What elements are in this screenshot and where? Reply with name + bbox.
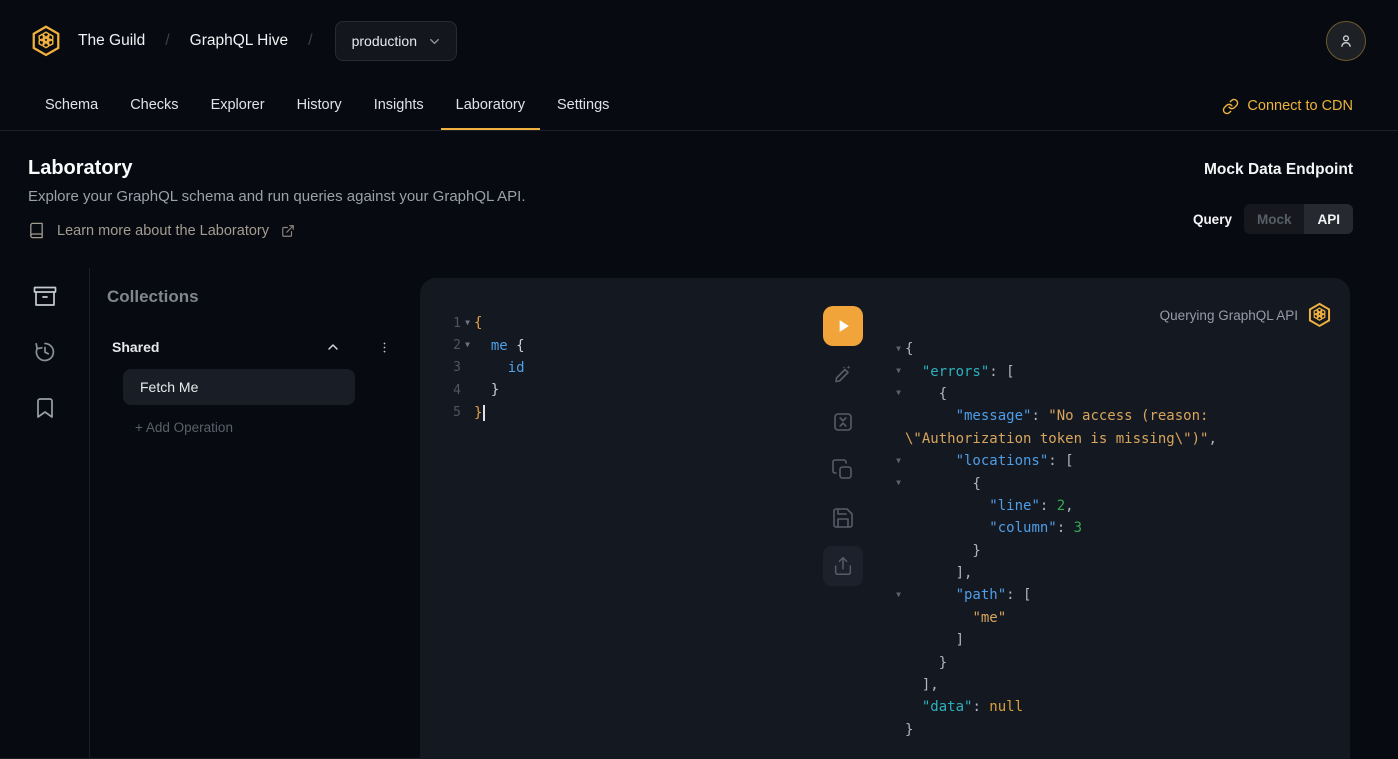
tab-settings[interactable]: Settings bbox=[542, 82, 624, 130]
graphiql-panel: 1▼{2▼ me {3 id4 }5} bbox=[420, 278, 1350, 759]
chevron-up-icon[interactable] bbox=[325, 339, 341, 355]
query-line: 4 } bbox=[445, 379, 810, 401]
query-line: 5} bbox=[445, 402, 810, 424]
share-operation-button[interactable] bbox=[823, 546, 863, 586]
breadcrumb-separator: / bbox=[165, 32, 169, 50]
response-line: ▼ "errors": [ bbox=[892, 360, 1340, 382]
collections-icon[interactable] bbox=[33, 284, 57, 308]
query-endpoint-toggle: MockAPI bbox=[1244, 204, 1353, 234]
chevron-down-icon bbox=[427, 34, 442, 49]
response-line: } bbox=[892, 651, 1340, 673]
laboratory-main: Collections Shared Fetch Me + Add Operat… bbox=[0, 268, 1398, 759]
add-operation-button[interactable]: + Add Operation bbox=[135, 420, 420, 435]
kebab-menu-icon[interactable] bbox=[377, 340, 392, 355]
response-line: ▼ { bbox=[892, 383, 1340, 405]
response-status-text: Querying GraphQL API bbox=[1160, 308, 1298, 323]
connect-to-cdn-label: Connect to CDN bbox=[1247, 98, 1353, 114]
response-line: "column": 3 bbox=[892, 517, 1340, 539]
tab-checks[interactable]: Checks bbox=[115, 82, 193, 130]
response-line: "message": "No access (reason: bbox=[892, 405, 1340, 427]
target-select-value: production bbox=[352, 33, 417, 49]
query-line: 1▼{ bbox=[445, 312, 810, 334]
history-icon[interactable] bbox=[33, 340, 57, 364]
collections-title: Collections bbox=[107, 287, 420, 307]
connect-to-cdn-button[interactable]: Connect to CDN bbox=[1222, 82, 1353, 130]
mock-endpoint-title: Mock Data Endpoint bbox=[1193, 161, 1353, 179]
response-line: \"Authorization token is missing\")", bbox=[892, 428, 1340, 450]
response-line: "line": 2, bbox=[892, 495, 1340, 517]
collection-group-label: Shared bbox=[112, 339, 159, 355]
collection-group-shared[interactable]: Shared bbox=[107, 339, 420, 355]
collections-panel: Collections Shared Fetch Me + Add Operat… bbox=[90, 268, 420, 759]
execute-query-button[interactable] bbox=[823, 306, 863, 346]
response-line: ▼ "locations": [ bbox=[892, 450, 1340, 472]
operation-list: Fetch Me bbox=[107, 369, 420, 405]
user-avatar[interactable] bbox=[1326, 21, 1366, 61]
hive-logo-icon[interactable] bbox=[30, 24, 62, 58]
response-line: ▼ "path": [ bbox=[892, 584, 1340, 606]
response-line: ], bbox=[892, 562, 1340, 584]
endpoint-option-api[interactable]: API bbox=[1304, 204, 1353, 234]
mock-endpoint-section: Mock Data Endpoint Query MockAPI bbox=[1193, 161, 1353, 234]
query-toggle-label: Query bbox=[1193, 212, 1232, 227]
hive-logo-icon bbox=[1307, 302, 1332, 328]
nav-tabs: SchemaChecksExplorerHistoryInsightsLabor… bbox=[30, 82, 626, 130]
tab-insights[interactable]: Insights bbox=[359, 82, 439, 130]
response-line: ▼{ bbox=[892, 338, 1340, 360]
text-cursor bbox=[483, 405, 485, 421]
breadcrumb-project[interactable]: GraphQL Hive bbox=[190, 32, 289, 50]
link-icon bbox=[1222, 98, 1239, 115]
tab-schema[interactable]: Schema bbox=[30, 82, 113, 130]
project-nav: SchemaChecksExplorerHistoryInsightsLabor… bbox=[0, 82, 1398, 131]
merge-fragments-icon[interactable] bbox=[831, 410, 855, 434]
app-header: The Guild / GraphQL Hive / production bbox=[0, 0, 1398, 82]
response-line: ▼ { bbox=[892, 472, 1340, 494]
endpoint-option-mock[interactable]: Mock bbox=[1244, 204, 1305, 234]
graphiql-wrap: 1▼{2▼ me {3 id4 }5} bbox=[420, 268, 1398, 759]
tab-history[interactable]: History bbox=[282, 82, 357, 130]
copy-query-icon[interactable] bbox=[831, 458, 855, 482]
lab-sidebar-rail bbox=[0, 268, 90, 759]
query-line: 2▼ me { bbox=[445, 334, 810, 356]
response-line: ], bbox=[892, 674, 1340, 696]
operation-item[interactable]: Fetch Me bbox=[123, 369, 355, 405]
response-line: "me" bbox=[892, 607, 1340, 629]
prettify-query-icon[interactable] bbox=[831, 362, 855, 386]
response-header: Querying GraphQL API bbox=[1160, 302, 1332, 328]
book-icon bbox=[28, 222, 45, 239]
external-link-icon bbox=[281, 224, 295, 238]
breadcrumb-org[interactable]: The Guild bbox=[78, 32, 145, 50]
response-viewer[interactable]: ▼{▼ "errors": [▼ { "message": "No access… bbox=[875, 278, 1350, 759]
tab-laboratory[interactable]: Laboratory bbox=[441, 82, 540, 130]
tab-explorer[interactable]: Explorer bbox=[196, 82, 280, 130]
response-line: } bbox=[892, 540, 1340, 562]
response-line: } bbox=[892, 719, 1340, 741]
query-editor[interactable]: 1▼{2▼ me {3 id4 }5} bbox=[420, 278, 810, 759]
save-operation-icon[interactable] bbox=[831, 506, 855, 530]
learn-more-label: Learn more about the Laboratory bbox=[57, 223, 269, 239]
breadcrumb-separator: / bbox=[308, 32, 312, 50]
bookmark-icon[interactable] bbox=[33, 396, 57, 420]
target-select[interactable]: production bbox=[335, 21, 457, 61]
editor-toolbar bbox=[810, 278, 875, 759]
page-head: Laboratory Explore your GraphQL schema a… bbox=[0, 131, 1398, 268]
query-line: 3 id bbox=[445, 357, 810, 379]
response-line: "data": null bbox=[892, 696, 1340, 718]
response-line: ] bbox=[892, 629, 1340, 651]
